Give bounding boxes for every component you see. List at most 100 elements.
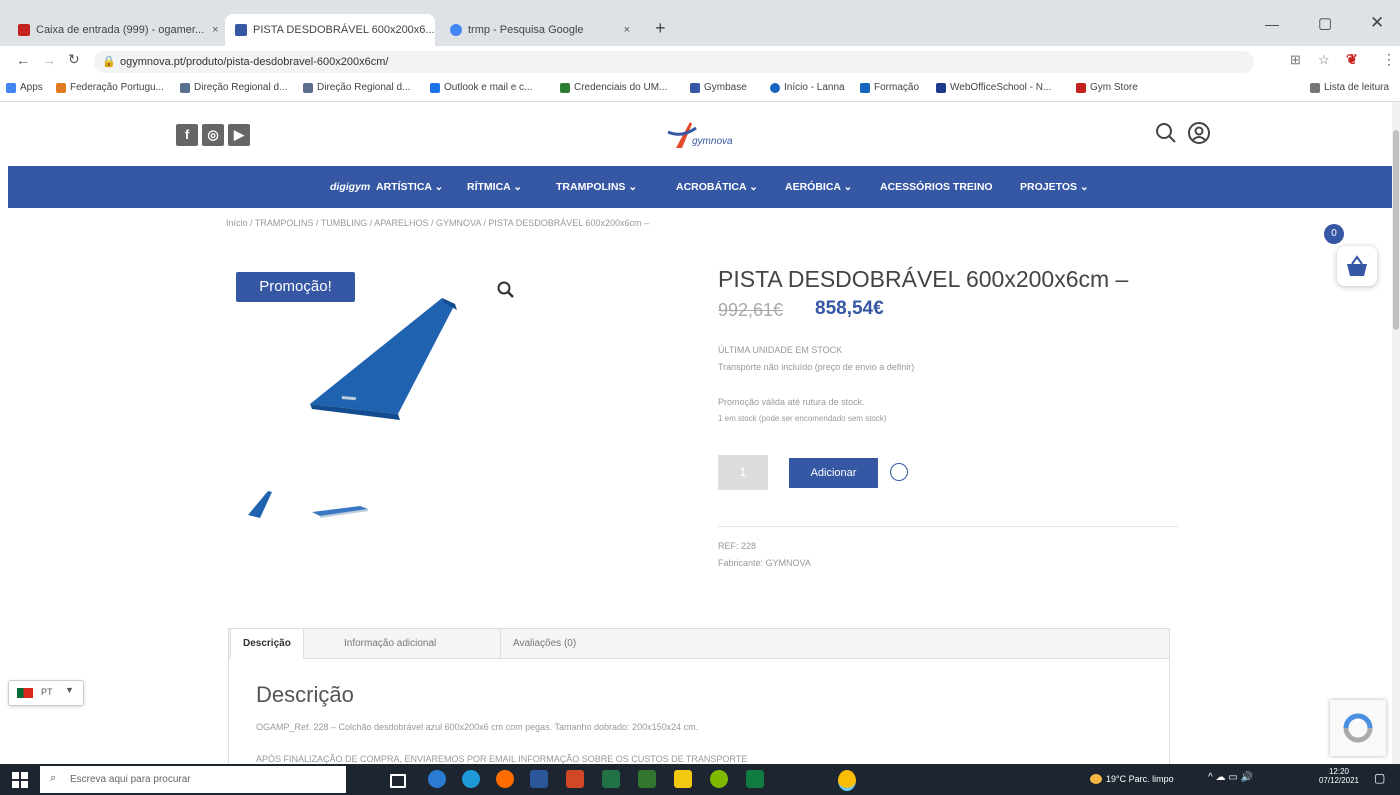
file-explorer-icon[interactable] — [674, 770, 692, 788]
notification-icon[interactable]: ▢ — [1374, 771, 1385, 785]
facebook-icon[interactable]: f — [176, 124, 198, 146]
powerpoint-icon[interactable] — [566, 770, 584, 788]
language-code: PT — [41, 687, 53, 697]
bookmark-9[interactable]: WebOfficeSchool - N... — [936, 82, 1051, 93]
youtube-icon[interactable]: ▶ — [228, 124, 250, 146]
bookmark-6[interactable]: Gymbase — [690, 82, 747, 93]
edge-icon[interactable] — [428, 770, 446, 788]
weather-text[interactable]: 19°C Parc. limpo — [1106, 774, 1174, 784]
bookmark-3[interactable]: Direção Regional d... — [303, 82, 410, 93]
word-icon[interactable] — [530, 770, 548, 788]
sale-price: 858,54€ — [815, 298, 884, 319]
nav-artistica[interactable]: ARTÍSTICA ⌄ — [376, 166, 443, 208]
nav-ritmica[interactable]: RÍTMICA ⌄ — [467, 166, 522, 208]
product-ref: REF: 228 — [718, 541, 757, 551]
windows-start-icon[interactable] — [12, 772, 28, 788]
description-text: OGAMP_Ref. 228 – Colchão desdobrável azu… — [256, 722, 699, 732]
thumbnail-1[interactable] — [246, 490, 276, 520]
stock-note: 1 em stock (pode ser encomendado sem sto… — [718, 414, 887, 423]
bookmark-7[interactable]: Início - Lanna — [770, 82, 845, 93]
tab-label: PISTA DESDOBRÁVEL 600x200x6... — [253, 24, 435, 36]
tab-informacao-adicional[interactable]: Informação adicional — [344, 629, 436, 659]
gymnova-favicon-icon — [235, 24, 247, 36]
maximize-icon[interactable]: ▢ — [1318, 14, 1332, 32]
bookmark-2[interactable]: Direção Regional d... — [180, 82, 287, 93]
recaptcha-badge[interactable] — [1330, 700, 1386, 756]
zoom-icon[interactable] — [496, 280, 516, 300]
project-icon[interactable] — [638, 770, 656, 788]
cart-button[interactable] — [1337, 246, 1377, 286]
task-view-icon[interactable] — [390, 774, 406, 788]
edge-new-icon[interactable] — [462, 770, 480, 788]
tab-label: Caixa de entrada (999) - ogamer... — [36, 24, 205, 36]
search-icon: ⌕ — [50, 772, 57, 784]
wishlist-icon[interactable] — [890, 463, 908, 481]
bookmark-10[interactable]: Gym Store — [1076, 82, 1138, 93]
nav-acessorios-treino[interactable]: ACESSÓRIOS TREINO — [880, 166, 993, 208]
clock[interactable]: 12:20 07/12/2021 — [1318, 767, 1360, 785]
clock-date: 07/12/2021 — [1318, 776, 1360, 785]
nav-acrobatica[interactable]: ACROBÁTICA ⌄ — [676, 166, 758, 208]
extensions-icon[interactable]: ⊞ — [1290, 52, 1301, 68]
nav-digigym[interactable]: digigym — [330, 166, 370, 208]
search-icon[interactable] — [1155, 122, 1177, 144]
add-to-cart-button[interactable]: Adicionar — [789, 458, 878, 488]
product-maker[interactable]: Fabricante: GYMNOVA — [718, 558, 811, 568]
tab-descricao[interactable]: Descrição — [230, 629, 304, 659]
tab-avaliacoes[interactable]: Avaliações (0) — [500, 629, 576, 659]
weather-icon — [1090, 774, 1102, 784]
url-text: ogymnova.pt/produto/pista-desdobravel-60… — [120, 56, 389, 68]
url-field[interactable]: 🔒 ogymnova.pt/produto/pista-desdobravel-… — [94, 51, 1254, 73]
close-tab-icon[interactable]: × — [204, 24, 218, 36]
stock-status: ÚLTIMA UNIDADE EM STOCK — [718, 345, 843, 355]
description-heading: Descrição — [256, 682, 354, 707]
nav-aerobica[interactable]: AERÓBICA ⌄ — [785, 166, 852, 208]
bookmark-apps[interactable]: Apps — [6, 82, 43, 93]
profile-icon[interactable]: ❦ — [1346, 51, 1358, 68]
quantity-input[interactable]: 1 — [718, 455, 768, 490]
reading-list[interactable]: Lista de leitura — [1310, 82, 1389, 93]
nav-projetos[interactable]: PROJETOS ⌄ — [1020, 166, 1089, 208]
minimize-icon[interactable]: — — [1265, 16, 1279, 32]
lock-icon: 🔒 — [102, 56, 116, 68]
excel-icon[interactable] — [602, 770, 620, 788]
browser-tab-product[interactable]: PISTA DESDOBRÁVEL 600x200x6... × — [225, 14, 435, 46]
bookmark-4[interactable]: Outlook e mail e c... — [430, 82, 532, 93]
instagram-icon[interactable]: ◎ — [202, 124, 224, 146]
app-icon[interactable] — [710, 770, 728, 788]
browser-tab-google[interactable]: trmp - Pesquisa Google × — [440, 14, 640, 46]
chrome-icon[interactable] — [838, 770, 856, 791]
chevron-down-icon: ▼ — [65, 685, 74, 695]
back-icon[interactable]: ← — [16, 52, 30, 68]
nav-trampolins[interactable]: TRAMPOLINS ⌄ — [556, 166, 637, 208]
bookmark-5[interactable]: Credenciais do UM... — [560, 82, 667, 93]
system-tray-icons[interactable]: ^ ☁ ▭ 🔊 — [1208, 772, 1253, 783]
new-tab-icon[interactable]: + — [655, 18, 666, 39]
promo-note: Promoção válida até rutura de stock. — [718, 397, 865, 407]
scrollbar-thumb[interactable] — [1393, 130, 1399, 330]
portugal-flag-icon — [17, 688, 33, 698]
forward-icon[interactable]: → — [42, 52, 56, 68]
product-image[interactable] — [290, 296, 470, 421]
account-icon[interactable] — [1187, 121, 1211, 145]
breadcrumb[interactable]: Início / TRAMPOLINS / TUMBLING / APARELH… — [226, 218, 649, 228]
bookmark-1[interactable]: Federação Portugu... — [56, 82, 164, 93]
language-selector[interactable]: PT ▼ — [8, 680, 84, 706]
cart-count-badge: 0 — [1324, 224, 1344, 244]
taskbar-search[interactable]: ⌕ Escreva aqui para procurar — [40, 766, 346, 793]
menu-icon[interactable]: ⋮ — [1382, 51, 1396, 68]
browser-tab-gmail[interactable]: Caixa de entrada (999) - ogamer... × — [8, 14, 223, 46]
google-favicon-icon — [450, 24, 462, 36]
close-tab-icon[interactable]: × — [616, 24, 630, 36]
svg-text:gymnova: gymnova — [692, 136, 733, 147]
old-price: 992,61€ — [718, 300, 784, 320]
gymnova-logo[interactable]: gymnova — [662, 118, 738, 154]
thumbnail-2[interactable] — [310, 500, 370, 520]
tab-label: trmp - Pesquisa Google — [468, 24, 584, 36]
reload-icon[interactable]: ↻ — [68, 51, 80, 68]
app-icon-2[interactable] — [746, 770, 764, 788]
bookmark-8[interactable]: Formação — [860, 82, 919, 93]
close-window-icon[interactable]: ✕ — [1370, 13, 1384, 33]
firefox-icon[interactable] — [496, 770, 514, 788]
bookmark-star-icon[interactable]: ☆ — [1318, 52, 1330, 68]
